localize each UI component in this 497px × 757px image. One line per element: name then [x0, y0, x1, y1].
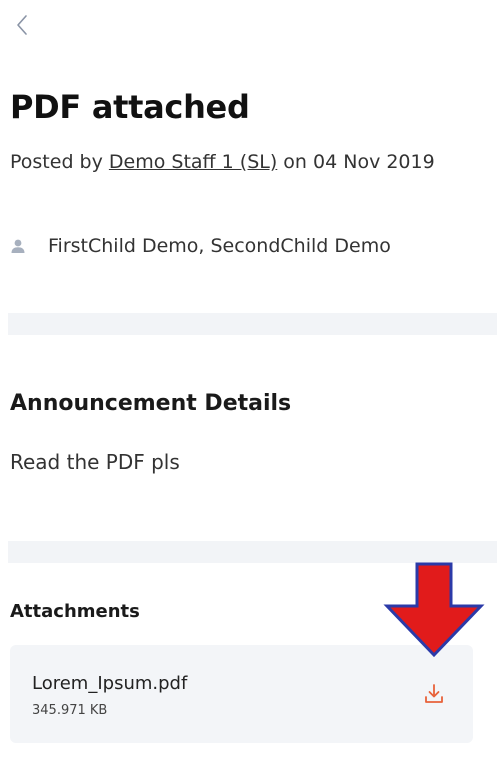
announcement-detail-screen: PDF attached Posted by Demo Staff 1 (SL)…: [0, 0, 497, 757]
posted-date: on 04 Nov 2019: [277, 151, 435, 173]
announcement-details-heading: Announcement Details: [10, 391, 292, 416]
chevron-left-icon: [17, 15, 27, 35]
posted-by-line: Posted by Demo Staff 1 (SL) on 04 Nov 20…: [10, 148, 440, 177]
recipients-text: FirstChild Demo, SecondChild Demo: [48, 235, 391, 257]
author-link[interactable]: Demo Staff 1 (SL): [109, 151, 277, 173]
section-divider: [8, 541, 497, 563]
page-title: PDF attached: [10, 88, 250, 126]
posted-by-prefix: Posted by: [10, 151, 109, 173]
download-button[interactable]: [422, 681, 446, 707]
person-icon: [10, 237, 28, 255]
section-divider: [8, 313, 497, 335]
download-icon: [425, 684, 443, 703]
attachment-item[interactable]: Lorem_Ipsum.pdf 345.971 KB: [10, 645, 473, 743]
recipients-row: FirstChild Demo, SecondChild Demo: [10, 235, 391, 257]
back-button[interactable]: [10, 10, 34, 40]
attachment-file-size: 345.971 KB: [32, 703, 108, 718]
announcement-details-body: Read the PDF pls: [10, 450, 180, 474]
red-arrow-annotation-icon: [383, 562, 485, 658]
attachment-file-name: Lorem_Ipsum.pdf: [32, 673, 188, 694]
attachments-heading: Attachments: [10, 601, 140, 622]
